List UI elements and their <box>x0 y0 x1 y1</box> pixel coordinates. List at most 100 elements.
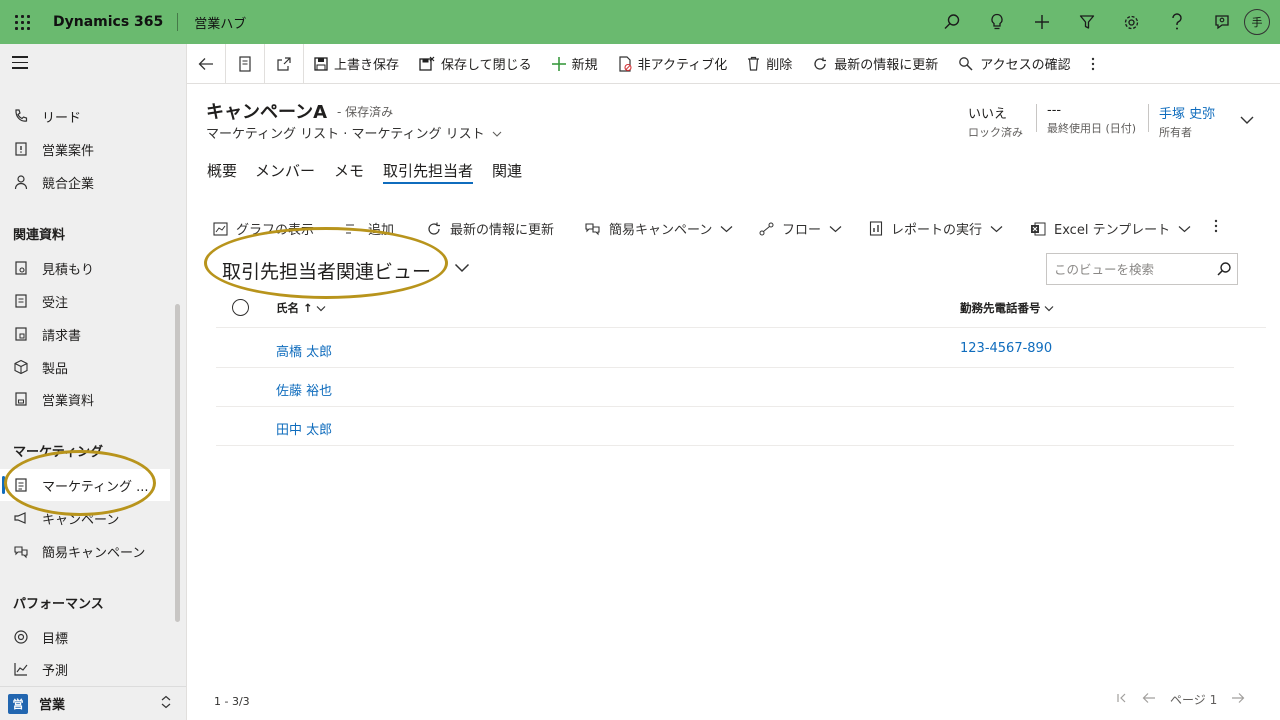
record-count: 1 - 3/3 <box>214 695 250 708</box>
previous-page-icon[interactable] <box>1142 692 1156 707</box>
subgrid-refresh-button[interactable]: 最新の情報に更新 <box>426 219 554 238</box>
tab-contacts[interactable]: 取引先担当者 <box>383 160 474 184</box>
contact-name-link[interactable]: 高橋 太郎 <box>276 341 332 360</box>
save-and-close-button[interactable]: 保存して閉じる <box>409 44 542 84</box>
contact-phone-link[interactable]: 123-4567-890 <box>960 341 1052 356</box>
delete-button[interactable]: 削除 <box>737 44 802 84</box>
run-report-label: レポートの実行 <box>891 223 983 238</box>
view-search-box[interactable] <box>1046 253 1238 285</box>
chart-icon <box>0 661 42 677</box>
column-phone-label: 勤務先電話番号 <box>960 301 1041 315</box>
sidebar-item-leads[interactable]: リード <box>0 100 186 132</box>
sidebar-item-invoices[interactable]: 請求書 <box>0 318 186 350</box>
person-icon <box>0 174 42 190</box>
column-name-label: 氏名 ↑ <box>276 301 313 315</box>
chat-icon[interactable] <box>1199 0 1244 44</box>
view-search-input[interactable] <box>1047 255 1210 283</box>
chevron-down-icon <box>829 225 842 232</box>
open-new-window-button[interactable] <box>265 43 304 84</box>
new-button-label: 新規 <box>571 58 598 73</box>
help-icon[interactable] <box>1154 0 1199 44</box>
table-row[interactable] <box>216 368 1234 407</box>
app-name[interactable]: 営業ハブ <box>178 13 246 32</box>
refresh-button[interactable]: 最新の情報に更新 <box>802 44 948 84</box>
owner-link[interactable]: 手塚 史弥 <box>1159 103 1215 122</box>
tab-members[interactable]: メンバー <box>255 160 315 184</box>
record-subtitle[interactable]: マーケティング リスト · マーケティング リスト <box>206 123 502 142</box>
run-report-dropdown[interactable]: レポートの実行 <box>869 219 1011 238</box>
excel-icon <box>1031 222 1046 235</box>
check-access-button[interactable]: アクセスの確認 <box>948 44 1080 84</box>
contact-name-link[interactable]: 田中 太郎 <box>276 419 332 438</box>
plus-icon[interactable] <box>1019 0 1064 44</box>
last-used-label: 最終使用日 (日付) <box>1047 122 1137 135</box>
hamburger-menu-icon[interactable] <box>12 56 30 72</box>
sidebar-item-forecasts[interactable]: 予測 <box>0 653 186 685</box>
page-indicator: ページ 1 <box>1170 693 1218 707</box>
column-header-name[interactable]: 氏名 ↑ <box>276 300 326 316</box>
user-avatar[interactable]: 手 <box>1244 9 1270 35</box>
back-button[interactable] <box>187 43 226 84</box>
document-icon <box>0 391 42 407</box>
form-view-button[interactable] <box>226 43 265 84</box>
subgrid-more-button[interactable] <box>1214 219 1226 233</box>
product-name[interactable]: Dynamics 365 <box>44 13 179 31</box>
more-commands-button[interactable] <box>1081 44 1111 84</box>
table-row[interactable] <box>216 407 1234 446</box>
save-button[interactable]: 上書き保存 <box>304 44 409 84</box>
invoice-icon <box>0 326 42 342</box>
quick-campaign-dropdown[interactable]: 簡易キャンペーン <box>585 219 741 238</box>
sidebar-item-competitors[interactable]: 競合企業 <box>0 166 186 198</box>
form-icon <box>239 55 251 72</box>
more-vertical-icon <box>1214 219 1218 233</box>
opportunity-icon <box>0 141 42 157</box>
filter-icon[interactable] <box>1064 0 1109 44</box>
megaphone-icon <box>0 510 42 526</box>
next-page-icon[interactable] <box>1231 692 1245 707</box>
column-header-business-phone[interactable]: 勤務先電話番号 <box>960 300 1054 316</box>
sidebar-scrollbar[interactable] <box>175 304 180 622</box>
chevron-down-icon <box>1178 225 1191 232</box>
area-label: 営業 <box>39 698 66 713</box>
flow-icon <box>759 222 774 235</box>
flow-dropdown[interactable]: フロー <box>759 219 850 238</box>
sidebar-item-orders[interactable]: 受注 <box>0 285 186 317</box>
sidebar-item-label: 見積もり <box>42 262 95 278</box>
refresh-icon <box>428 222 440 235</box>
view-selector-chevron-icon[interactable] <box>454 262 470 277</box>
tab-related[interactable]: 関連 <box>492 160 522 184</box>
tab-summary[interactable]: 概要 <box>207 160 237 184</box>
select-all-checkbox[interactable] <box>232 299 249 316</box>
first-page-icon[interactable] <box>1116 692 1128 707</box>
check-access-label: アクセスの確認 <box>980 58 1071 73</box>
sidebar-item-quick-campaigns[interactable]: 簡易キャンペーン <box>0 535 186 567</box>
new-button[interactable]: 新規 <box>542 44 608 84</box>
lightbulb-icon[interactable] <box>974 0 1019 44</box>
sidebar-item-quotes[interactable]: 見積もり <box>0 252 186 284</box>
header-divider <box>1036 104 1037 132</box>
sidebar-item-sales-literature[interactable]: 営業資料 <box>0 383 186 415</box>
phone-icon <box>0 108 42 124</box>
table-row[interactable] <box>216 329 1234 368</box>
search-icon[interactable] <box>929 0 974 44</box>
sitemap-sidebar: リード 営業案件 競合企業 関連資料 見積もり 受注 請求書 製品 営業資料 マ… <box>0 44 187 720</box>
header-expand-chevron-icon[interactable] <box>1239 114 1255 129</box>
sidebar-item-label: 目標 <box>42 631 69 647</box>
sidebar-item-products[interactable]: 製品 <box>0 351 186 383</box>
area-switcher[interactable]: 営 営業 <box>0 686 186 720</box>
search-icon[interactable] <box>1210 261 1237 277</box>
contact-name-link[interactable]: 佐藤 裕也 <box>276 380 332 399</box>
sidebar-item-goals[interactable]: 目標 <box>0 621 186 653</box>
deactivate-button[interactable]: 非アクティブ化 <box>608 44 738 84</box>
quick-campaign-icon <box>585 223 600 236</box>
sidebar-item-opportunities[interactable]: 営業案件 <box>0 133 186 165</box>
app-launcher-button[interactable] <box>0 0 44 44</box>
sidebar-item-label: 営業案件 <box>42 143 95 159</box>
header-field-locked: いいえ ロック済み <box>968 103 1023 140</box>
command-bar: 上書き保存 保存して閉じる 新規 非アクティブ化 削除 最新の情報に更新 アクセ… <box>187 43 1280 84</box>
gear-icon[interactable] <box>1109 0 1154 44</box>
chevron-updown-icon <box>160 695 172 713</box>
access-search-icon <box>959 56 973 71</box>
tab-notes[interactable]: メモ <box>334 160 364 184</box>
excel-templates-dropdown[interactable]: Excel テンプレート <box>1030 219 1199 238</box>
